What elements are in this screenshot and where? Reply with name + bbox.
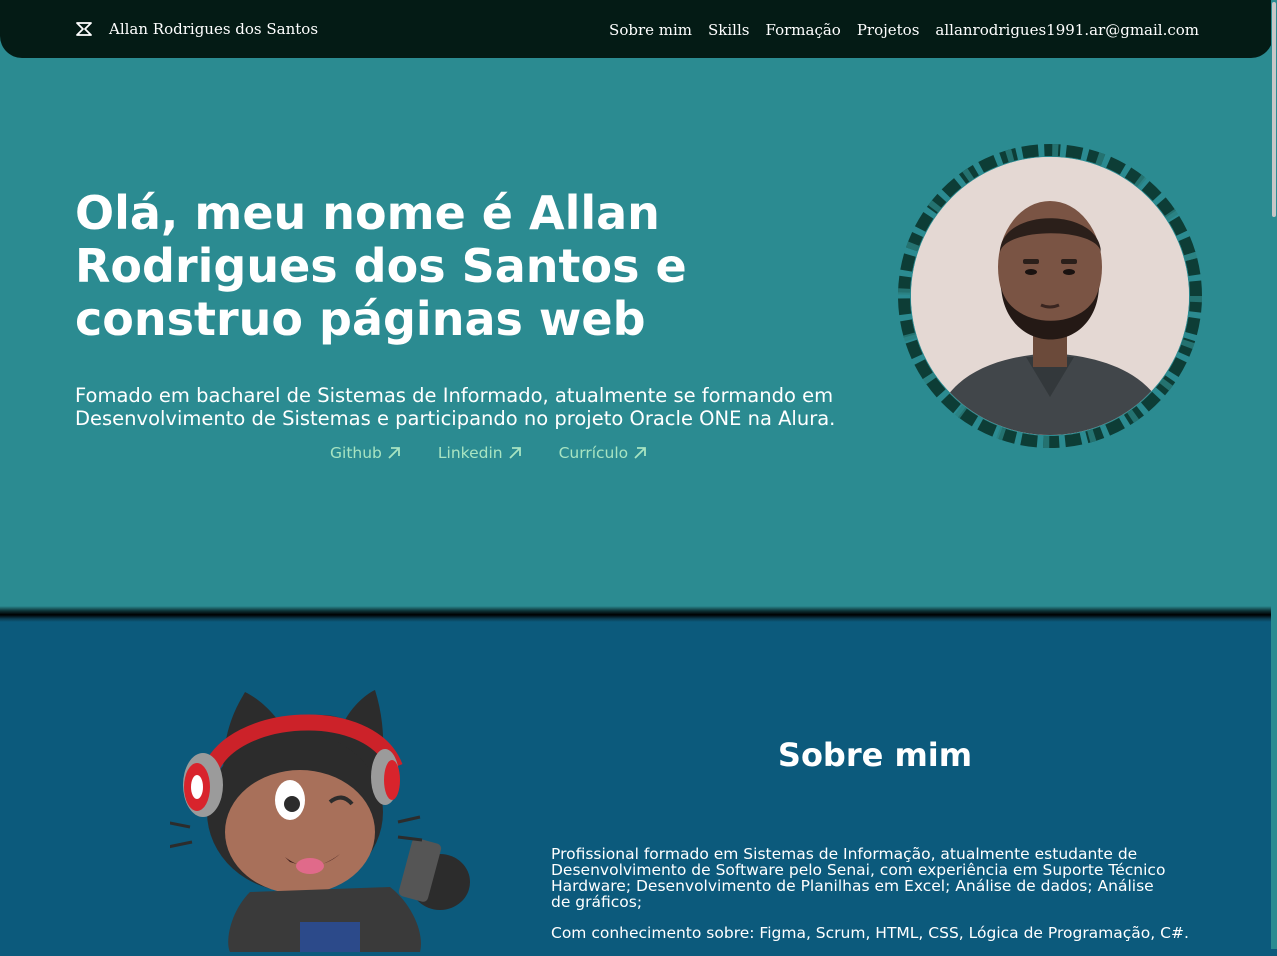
sigma-icon — [76, 22, 92, 36]
octocat-mascot-image — [164, 682, 480, 956]
about-text: Profissional formado em Sistemas de Info… — [551, 845, 1166, 911]
nav-item-formacao[interactable]: Formação — [765, 21, 840, 39]
nav-menu: Sobre mim Skills Formação Projetos allan… — [593, 21, 1199, 39]
curriculo-link[interactable]: Currículo — [559, 444, 648, 462]
scrollbar[interactable] — [1271, 0, 1277, 949]
brand-name: Allan Rodrigues dos Santos — [109, 20, 319, 38]
scrollbar-thumb[interactable] — [1272, 2, 1276, 217]
curriculo-link-label: Currículo — [558, 444, 629, 462]
linkedin-link[interactable]: Linkedin — [438, 444, 522, 462]
hero-links: Github Linkedin Currículo — [330, 444, 684, 462]
nav-item-sobre-mim[interactable]: Sobre mim — [609, 21, 692, 39]
section-divider — [0, 606, 1273, 622]
nav-item-projetos[interactable]: Projetos — [857, 21, 920, 39]
hero-description: Fomado em bacharel de Sistemas de Inform… — [75, 384, 836, 430]
arrow-up-right-icon — [634, 447, 647, 459]
profile-photo — [911, 157, 1189, 435]
about-section: Sobre mim Profissional formado em Sistem… — [0, 622, 1273, 952]
github-link[interactable]: Github — [330, 444, 401, 462]
about-title: Sobre mim — [777, 736, 973, 774]
hero-section: Olá, meu nome é Allan Rodrigues dos Sant… — [0, 0, 1273, 608]
arrow-up-right-icon — [508, 447, 521, 459]
hero-title: Olá, meu nome é Allan Rodrigues dos Sant… — [75, 186, 687, 346]
arrow-up-right-icon — [388, 447, 400, 459]
github-link-label: Github — [330, 444, 382, 462]
profile-avatar — [897, 143, 1203, 449]
top-navbar: Allan Rodrigues dos Santos Sobre mim Ski… — [0, 0, 1273, 58]
brand[interactable]: Allan Rodrigues dos Santos — [75, 20, 318, 38]
nav-item-email[interactable]: allanrodrigues1991.ar@gmail.com — [935, 21, 1199, 39]
nav-item-skills[interactable]: Skills — [708, 21, 749, 39]
linkedin-link-label: Linkedin — [437, 444, 503, 462]
about-skills: Com conhecimento sobre: Figma, Scrum, HT… — [551, 924, 1189, 942]
